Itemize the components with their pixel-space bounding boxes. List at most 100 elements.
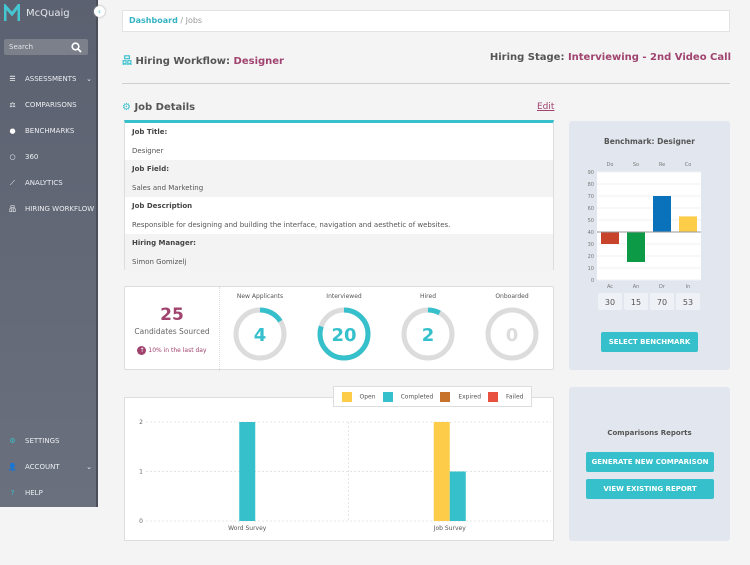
collapse-sidebar-button[interactable]: ‹	[94, 6, 105, 17]
sidebar-item-label: SETTINGS	[25, 437, 60, 445]
survey-chart-panel: 0 1 2 Word Survey Job Survey	[124, 397, 554, 541]
survey-chart: 0 1 2 Word Survey Job Survey	[139, 419, 551, 532]
breadcrumb-dashboard[interactable]: Dashboard	[129, 16, 178, 25]
sitemap-icon: 品	[9, 205, 16, 213]
breadcrumb-current: Jobs	[185, 16, 203, 25]
field-label: Job Title:	[132, 128, 168, 136]
y-tick: 80	[588, 182, 594, 188]
benchmark-title: Benchmark: Designer	[604, 137, 695, 146]
job-details-table: Job Title: Designer Job Field: Sales and Ma…	[124, 120, 554, 271]
candidate-stats: 25 Candidates Sourced ↑ 10% in the last …	[124, 286, 554, 371]
sidebar-item-label: ASSESSMENTS	[25, 75, 77, 83]
donut-label: Onboarded	[495, 293, 529, 300]
chevron-down-icon[interactable]: ⌄	[86, 75, 92, 83]
sidebar-item-benchmarks[interactable]: ● BENCHMARKS	[0, 121, 98, 141]
divider	[122, 83, 730, 84]
donut-label: New Applicants	[236, 293, 284, 300]
chevron-down-icon[interactable]: ⌄	[86, 463, 92, 471]
donut-onboarded: Onboarded 0	[482, 293, 542, 362]
legend-swatch	[341, 391, 352, 402]
value-label: 30	[605, 298, 615, 307]
donut-label: Interviewed	[326, 293, 362, 300]
sidebar-item-settings[interactable]: ⚙ SETTINGS	[0, 431, 98, 451]
y-tick: 20	[588, 254, 594, 260]
donut-value: 2	[422, 325, 435, 346]
sidebar-item-help[interactable]: ? HELP	[0, 483, 98, 503]
arrow-up-icon: ↑	[137, 346, 147, 355]
x-label: Job Survey	[433, 525, 466, 532]
field-value: Sales and Marketing	[125, 178, 553, 197]
y-tick: 2	[139, 419, 143, 426]
value-label: 70	[657, 298, 667, 307]
ring-icon: ○	[9, 153, 16, 161]
logo[interactable]: McQuaig	[4, 4, 70, 22]
x-label: In	[686, 284, 691, 290]
top-label: Do	[607, 162, 614, 168]
sidebar-item-label: HELP	[25, 489, 43, 497]
sidebar-item-360[interactable]: ○ 360	[0, 147, 98, 167]
donut-new-applicants: New Applicants 4	[230, 293, 290, 362]
x-label: Dr	[659, 284, 666, 290]
bar-completed	[449, 471, 466, 521]
hiring-stage: Hiring Stage: Interviewing - 2nd Video C…	[489, 52, 731, 63]
breadcrumb: Dashboard / Jobs	[122, 10, 730, 32]
legend-swatch	[440, 391, 451, 402]
field-label: Job Field:	[125, 160, 553, 179]
sidebar-item-hiring-workflow[interactable]: 品 HIRING WORKFLOW	[0, 199, 98, 219]
sourced-label: Candidates Sourced	[134, 327, 210, 336]
app-name: McQuaig	[26, 7, 70, 19]
legend-expired[interactable]: Expired	[440, 391, 481, 402]
sidebar-item-comparisons[interactable]: ⚖ COMPARISONS	[0, 95, 98, 115]
bar-An	[627, 232, 645, 262]
sidebar-item-account[interactable]: 👤 ACCOUNT ⌄	[0, 457, 98, 477]
help-icon: ?	[10, 489, 15, 497]
edit-link[interactable]: Edit	[537, 102, 554, 112]
y-tick: 10	[588, 266, 594, 272]
field-label: Hiring Manager:	[125, 234, 553, 253]
line-chart-icon: ⟋	[10, 178, 15, 187]
sidebar-item-label: ACCOUNT	[25, 463, 60, 471]
value-label: 15	[631, 298, 641, 307]
view-report-button[interactable]: VIEW EXISTING REPORT	[586, 479, 714, 499]
y-tick: 1	[139, 469, 143, 476]
sidebar-item-label: COMPARISONS	[25, 101, 77, 109]
scale-icon: ⚖	[9, 101, 16, 109]
sidebar-item-label: HIRING WORKFLOW	[25, 205, 95, 213]
legend-open[interactable]: Open	[341, 391, 376, 402]
search-input[interactable]: Search	[4, 39, 88, 55]
legend-completed[interactable]: Completed	[382, 391, 433, 402]
sidebar-item-label: BENCHMARKS	[25, 127, 75, 135]
donut-label: Hired	[419, 293, 436, 300]
x-label: Ac	[607, 284, 613, 290]
sidebar-item-analytics[interactable]: ⟋ ANALYTICS	[0, 173, 98, 193]
sourced-count: 25	[160, 305, 184, 325]
comparisons-panel: Comparisons Reports GENERATE NEW COMPARI…	[569, 387, 730, 541]
y-tick: 60	[588, 206, 594, 212]
list-check-icon: ☰	[9, 75, 16, 83]
sidebar-item-assessments[interactable]: ☰ ASSESSMENTS ⌄	[0, 69, 98, 89]
y-tick: 50	[588, 218, 594, 224]
top-label: Co	[685, 162, 692, 168]
x-label: Word Survey	[228, 525, 267, 532]
gear-icon: ⚙	[122, 102, 131, 113]
benchmark-chart: 0 10 20 30 40 50 60 70 80 90 Do Ac 30 So An 15 Re Dr 70 Co I…	[588, 162, 701, 310]
candidates-sourced: 25 Candidates Sourced ↑ 10% in the last …	[125, 287, 220, 371]
bar-completed	[239, 422, 256, 521]
comparisons-title: Comparisons Reports	[607, 429, 692, 437]
y-tick: 70	[588, 194, 594, 200]
donut-interviewed: Interviewed 20	[314, 293, 374, 362]
select-benchmark-button[interactable]: SELECT BENCHMARK	[601, 332, 698, 352]
legend-failed[interactable]: Failed	[488, 391, 523, 402]
trend: ↑ 10% in the last day	[137, 346, 207, 355]
field-value: Simon Gomizelj	[125, 252, 553, 271]
bar-In	[679, 216, 697, 232]
x-label: An	[633, 284, 640, 290]
sidebar: McQuaig ‹ Search ☰ ASSESSMENTS ⌄ ⚖ COMPARISO…	[0, 0, 105, 507]
chart-legend: Open Completed Expired Failed	[333, 386, 532, 407]
legend-swatch	[382, 391, 393, 402]
job-details-title: ⚙ Job Details	[122, 102, 196, 113]
bar-open	[433, 422, 450, 521]
donut-value: 20	[331, 325, 356, 346]
donut-value: 0	[506, 325, 519, 346]
generate-comparison-button[interactable]: GENERATE NEW COMPARISON	[586, 452, 714, 472]
